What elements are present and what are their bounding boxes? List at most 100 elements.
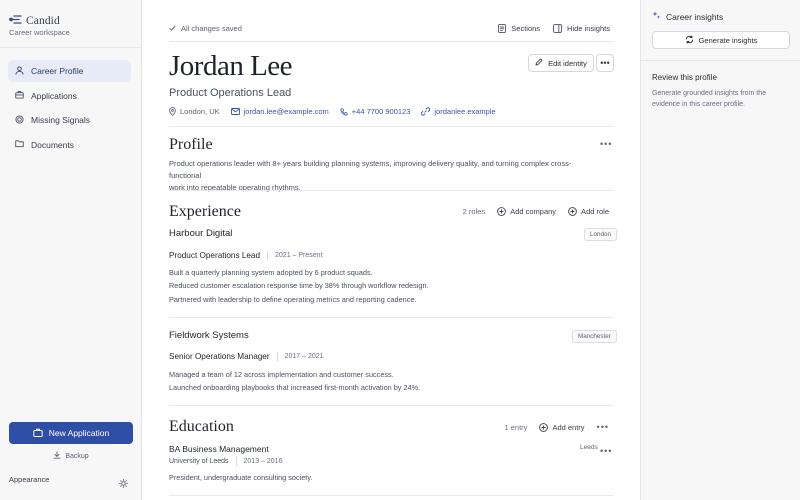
save-status: All changes saved [169,24,242,33]
experience-count: 2 roles [462,207,486,216]
more-options-button[interactable]: ••• [596,54,614,72]
add-entry-button[interactable]: Add entry [539,422,585,432]
sparkle-icon [652,11,661,22]
sidebar-item-label: Documents [31,139,74,150]
profile-name: Jordan Lee [169,50,293,82]
experience-section-title: Experience [169,203,241,220]
school-row: University of Leeds 2013 – 2016 [169,457,282,466]
contact-website[interactable]: jordanlee.example [421,107,496,116]
section-divider [169,405,613,406]
company-divider [169,317,613,318]
achievement-item[interactable]: Managed a team of 12 across implementati… [169,370,394,379]
achievement-item[interactable]: Built a quarterly planning system adopte… [169,268,373,277]
brand-name: Candid [26,15,60,27]
location-text: London, UK [180,107,220,116]
achievement-item[interactable]: Reduced customer escalation response tim… [169,281,429,290]
degree-title[interactable]: BA Business Management [169,444,269,454]
backup-button[interactable]: Backup [0,451,142,461]
plus-circle-icon [568,207,577,216]
pencil-icon [535,58,543,68]
sidebar-item-applications[interactable]: Applications [8,85,131,107]
link-icon [421,107,431,116]
divider [267,251,269,260]
sidebar-item-label: Applications [31,90,77,101]
profile-more-button[interactable]: ••• [600,139,612,149]
education-note[interactable]: President, undergraduate consulting soci… [169,473,312,482]
sidebar: Candid Career workspace Career Profile A… [0,0,142,500]
briefcase-icon [15,90,24,101]
add-company-button[interactable]: Add company [497,207,556,216]
phone-link[interactable]: +44 7700 900123 [352,107,411,116]
sidebar-item-documents[interactable]: Documents [8,134,131,156]
education-actions: 1 entry Add entry ••• [505,422,610,432]
edit-identity-label: Edit identity [548,58,587,68]
location-badge: London [584,228,618,241]
company-name[interactable]: Harbour Digital [169,228,232,239]
achievement-item[interactable]: Partnered with leadership to define oper… [169,295,416,304]
section-divider [169,190,613,191]
plus-circle-icon [497,207,507,216]
new-application-button[interactable]: New Application [9,422,133,444]
add-role-button[interactable]: Add role [568,207,609,216]
profile-role: Product Operations Lead [169,87,292,99]
education-section-title: Education [169,418,234,435]
education-location: Leeds [580,444,598,451]
edit-identity-button[interactable]: Edit identity [528,54,594,72]
main-content: All changes saved Sections Hide insights… [142,0,640,500]
contact-phone[interactable]: +44 7700 900123 [340,107,411,116]
company-name[interactable]: Fieldwork Systems [169,330,249,341]
sun-icon[interactable] [119,475,128,493]
folder-icon [15,139,24,150]
user-icon [15,65,24,77]
position-row[interactable]: Product Operations Lead 2021 – Present [169,251,323,260]
insights-panel: Career insights Generate insights Review… [640,0,800,500]
mail-icon [230,108,240,115]
sidebar-nav: Career Profile Applications Missing Sign… [8,60,131,158]
insights-title: Career insights [666,11,724,22]
contact-location: London, UK [169,107,220,116]
divider [276,352,278,361]
new-application-label: New Application [48,428,110,438]
location-pin-icon [169,107,176,116]
education-entry-more-button[interactable]: ••• [600,446,612,456]
section-divider [169,126,613,127]
hide-insights-label: Hide insights [567,24,610,33]
add-entry-label: Add entry [552,422,585,432]
position-dates: 2017 – 2021 [284,353,324,360]
email-link[interactable]: jordan.lee@example.com [244,107,329,116]
phone-icon [340,107,348,116]
panel-icon [553,24,562,33]
education-count: 1 entry [504,422,528,432]
profile-summary: Product operations leader with 8+ years … [169,158,589,194]
location-badge: Manchester [572,330,617,343]
add-role-label: Add role [581,207,609,216]
website-link[interactable]: jordanlee.example [434,107,495,116]
education-more-button[interactable]: ••• [597,422,609,432]
position-row[interactable]: Senior Operations Manager 2017 – 2021 [169,352,324,361]
generate-insights-label: Generate insights [698,35,758,45]
save-status-text: All changes saved [181,24,242,33]
download-icon [53,451,61,461]
sections-button[interactable]: Sections [498,24,540,33]
sidebar-item-career-profile[interactable]: Career Profile [8,60,131,82]
school-name: University of Leeds [169,458,229,465]
sidebar-divider [0,47,141,48]
add-company-label: Add company [510,207,557,216]
backup-label: Backup [65,452,89,460]
section-divider [169,495,613,496]
refresh-icon [685,34,694,46]
divider [235,457,237,466]
sidebar-item-missing-signals[interactable]: Missing Signals [8,109,131,131]
position-dates: 2021 – Present [275,252,323,259]
position-title: Product Operations Lead [169,251,261,260]
sidebar-item-label: Missing Signals [31,115,91,125]
plus-circle-icon [539,422,549,432]
hide-insights-button[interactable]: Hide insights [553,24,610,33]
contact-email[interactable]: jordan.lee@example.com [230,107,329,116]
profile-summary-line: Product operations leader with 8+ years … [169,159,572,180]
profile-section-title: Profile [169,136,213,153]
achievement-item[interactable]: Launched onboarding playbooks that incre… [169,383,420,392]
generate-insights-button[interactable]: Generate insights [652,31,790,49]
check-icon [169,24,176,33]
briefcase-icon [33,428,43,439]
